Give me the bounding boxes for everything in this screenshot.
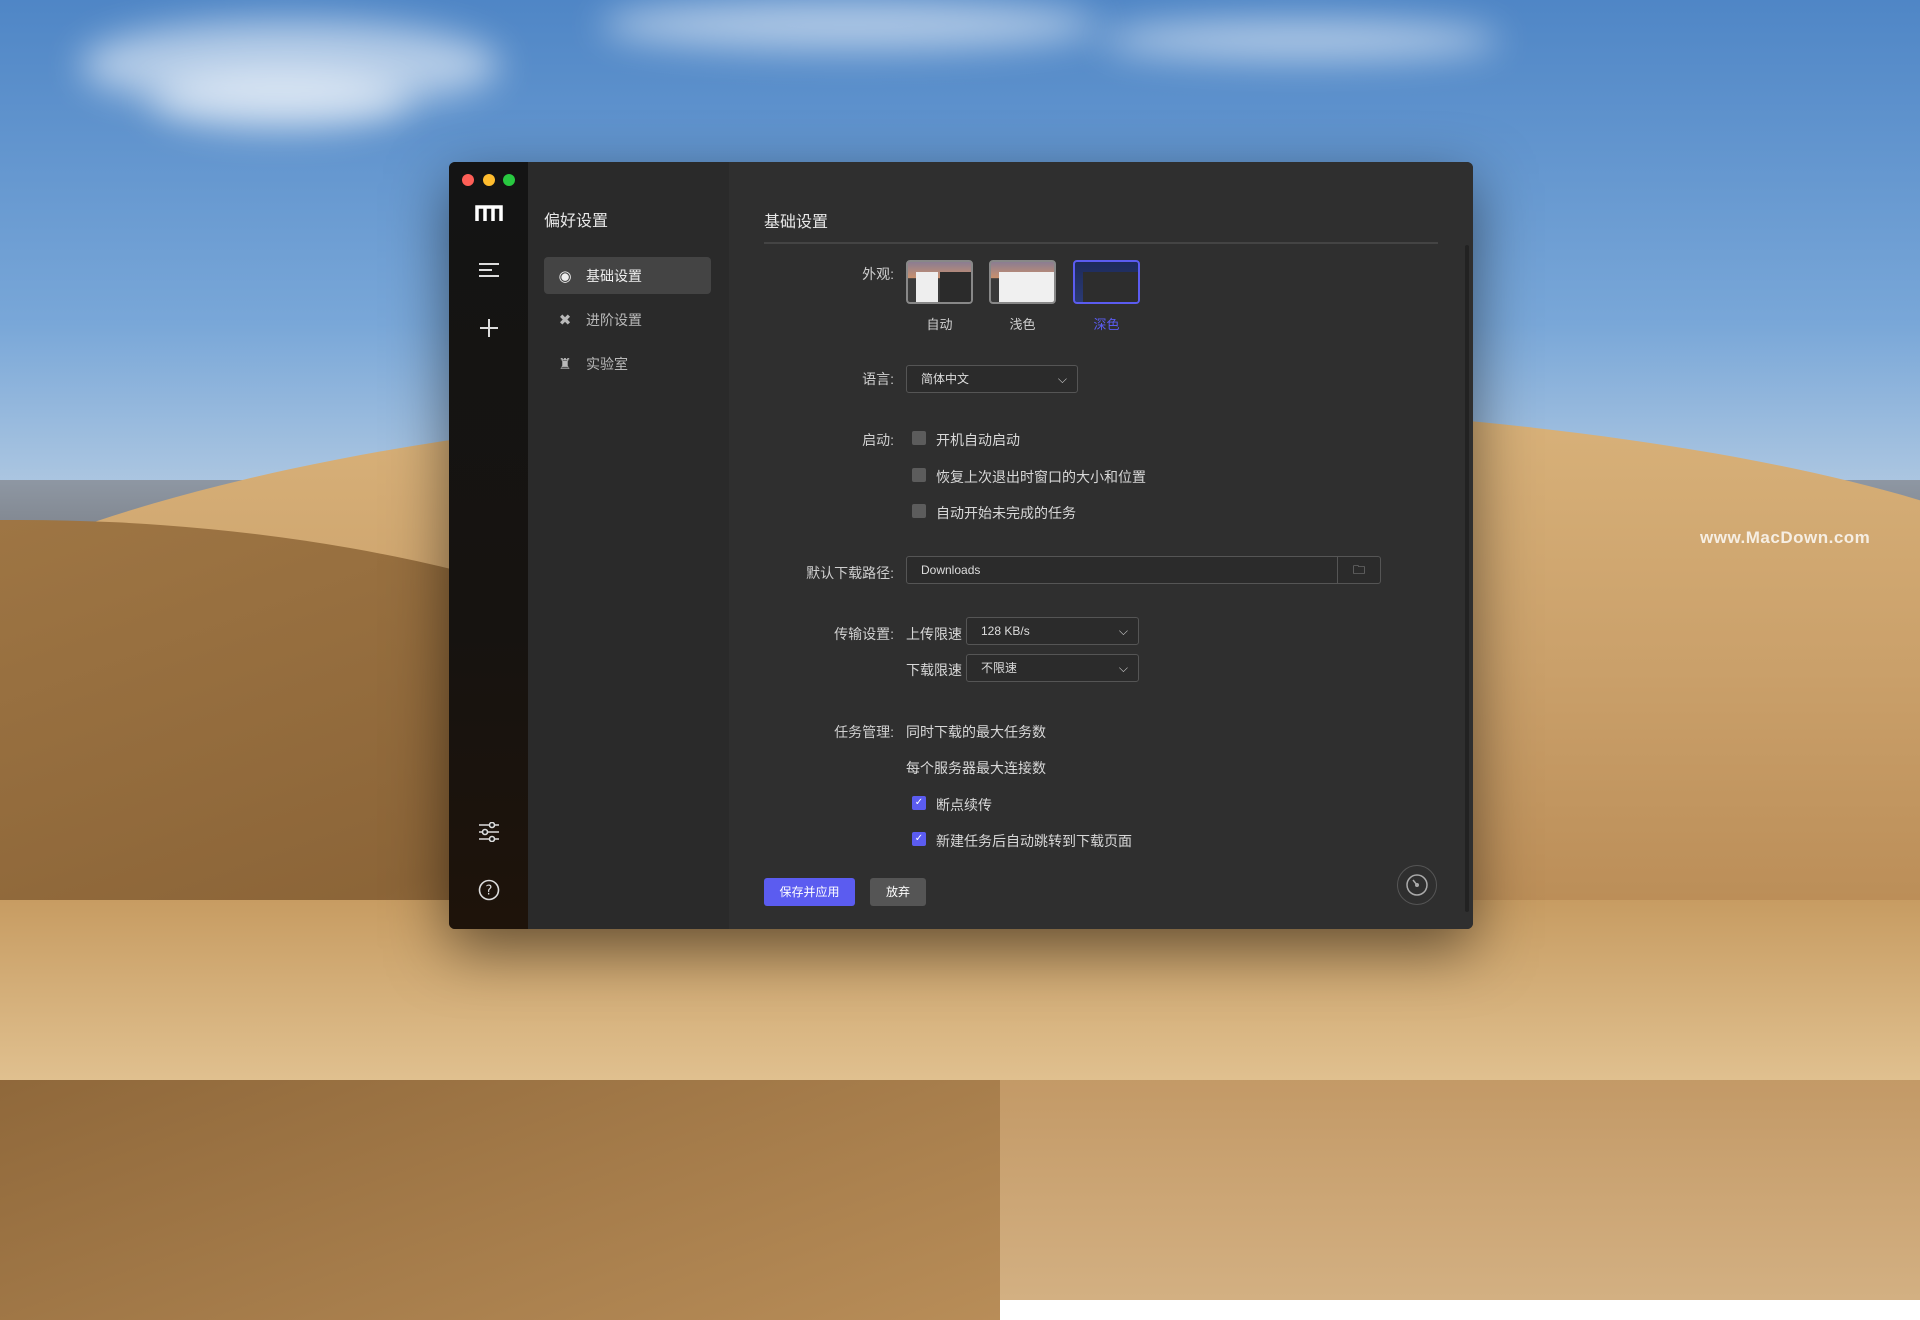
theme-light-option[interactable] [989,260,1056,304]
chevron-down-icon: ⌵ [1058,366,1067,392]
settings-sliders-icon[interactable] [449,822,528,847]
upload-limit-value: 128 KB/s [981,624,1030,638]
watermark: www.MacDown.com [1700,528,1870,548]
speedometer-button[interactable] [1397,865,1437,905]
menu-icon[interactable] [449,262,528,283]
svg-text:?: ? [485,884,492,899]
language-value: 简体中文 [921,372,969,386]
help-icon[interactable]: ? [449,879,528,906]
theme-auto-option[interactable] [906,260,973,304]
startup-label: 启动: [694,430,894,450]
max-connections-label: 每个服务器最大连接数 [906,758,1046,778]
folder-icon[interactable]: 🗀 [1337,557,1380,583]
resume-label: 断点续传 [936,795,992,815]
sidebar-item-label: 进阶设置 [586,310,642,330]
sidebar-item-basic[interactable]: ◉ 基础设置 [544,257,711,294]
app-logo-icon [449,204,528,227]
transfer-label: 传输设置: [694,624,894,644]
autostart-checkbox[interactable] [912,431,926,445]
divider [764,242,1438,244]
theme-dark-option[interactable] [1073,260,1140,304]
zoom-window-button[interactable] [503,174,515,186]
chevron-down-icon: ⌵ [1119,655,1128,681]
upload-limit-select[interactable]: 128 KB/s ⌵ [966,617,1139,645]
theme-dark-label: 深色 [1073,314,1140,333]
speedometer-icon [1398,866,1436,904]
autostart-label: 开机自动启动 [936,430,1020,450]
upload-limit-label: 上传限速 [906,624,962,644]
download-limit-select[interactable]: 不限速 ⌵ [966,654,1139,682]
sidebar-item-label: 基础设置 [586,266,642,286]
resume-checkbox[interactable]: ✓ [912,796,926,810]
auto-jump-label: 新建任务后自动跳转到下载页面 [936,831,1132,851]
auto-jump-checkbox[interactable]: ✓ [912,832,926,846]
app-rail: ? [449,162,528,929]
download-limit-label: 下载限速 [906,660,962,680]
resume-unfinished-checkbox[interactable] [912,504,926,518]
download-path-value: Downloads [921,563,980,577]
restore-window-label: 恢复上次退出时窗口的大小和位置 [936,467,1146,487]
theme-auto-label: 自动 [906,314,973,333]
flask-icon: ♜ [556,355,574,373]
chevron-down-icon: ⌵ [1119,618,1128,644]
appearance-label: 外观: [694,264,894,284]
language-select[interactable]: 简体中文 ⌵ [906,365,1078,393]
discard-button[interactable]: 放弃 [870,878,926,906]
sidebar-item-label: 实验室 [586,354,628,374]
sidebar-title: 偏好设置 [544,207,608,231]
task-management-label: 任务管理: [694,722,894,742]
add-task-icon[interactable] [449,318,528,343]
restore-window-checkbox[interactable] [912,468,926,482]
language-label: 语言: [694,369,894,389]
tools-icon: ✖ [556,311,574,329]
close-window-button[interactable] [462,174,474,186]
sidebar-item-lab[interactable]: ♜ 实验室 [544,345,711,382]
preferences-window: ? 偏好设置 ◉ 基础设置 ✖ 进阶设置 ♜ 实验室 基础设置 外观: 自动 浅色 深… [449,162,1473,929]
download-path-input[interactable]: Downloads 🗀 [906,556,1381,584]
max-tasks-label: 同时下载的最大任务数 [906,722,1046,742]
download-path-label: 默认下载路径: [694,563,894,583]
minimize-window-button[interactable] [483,174,495,186]
scrollbar[interactable] [1465,245,1469,912]
theme-light-label: 浅色 [989,314,1056,333]
settings-panel: 基础设置 外观: 自动 浅色 深色 语言: 简体中文⌵ 启动: 开机自动启动 恢… [729,162,1473,929]
resume-unfinished-label: 自动开始未完成的任务 [936,503,1076,523]
save-apply-button[interactable]: 保存并应用 [764,878,855,906]
toggle-icon: ◉ [556,267,574,285]
sidebar-item-advanced[interactable]: ✖ 进阶设置 [544,301,711,338]
download-limit-value: 不限速 [981,661,1017,675]
page-title: 基础设置 [764,208,828,232]
